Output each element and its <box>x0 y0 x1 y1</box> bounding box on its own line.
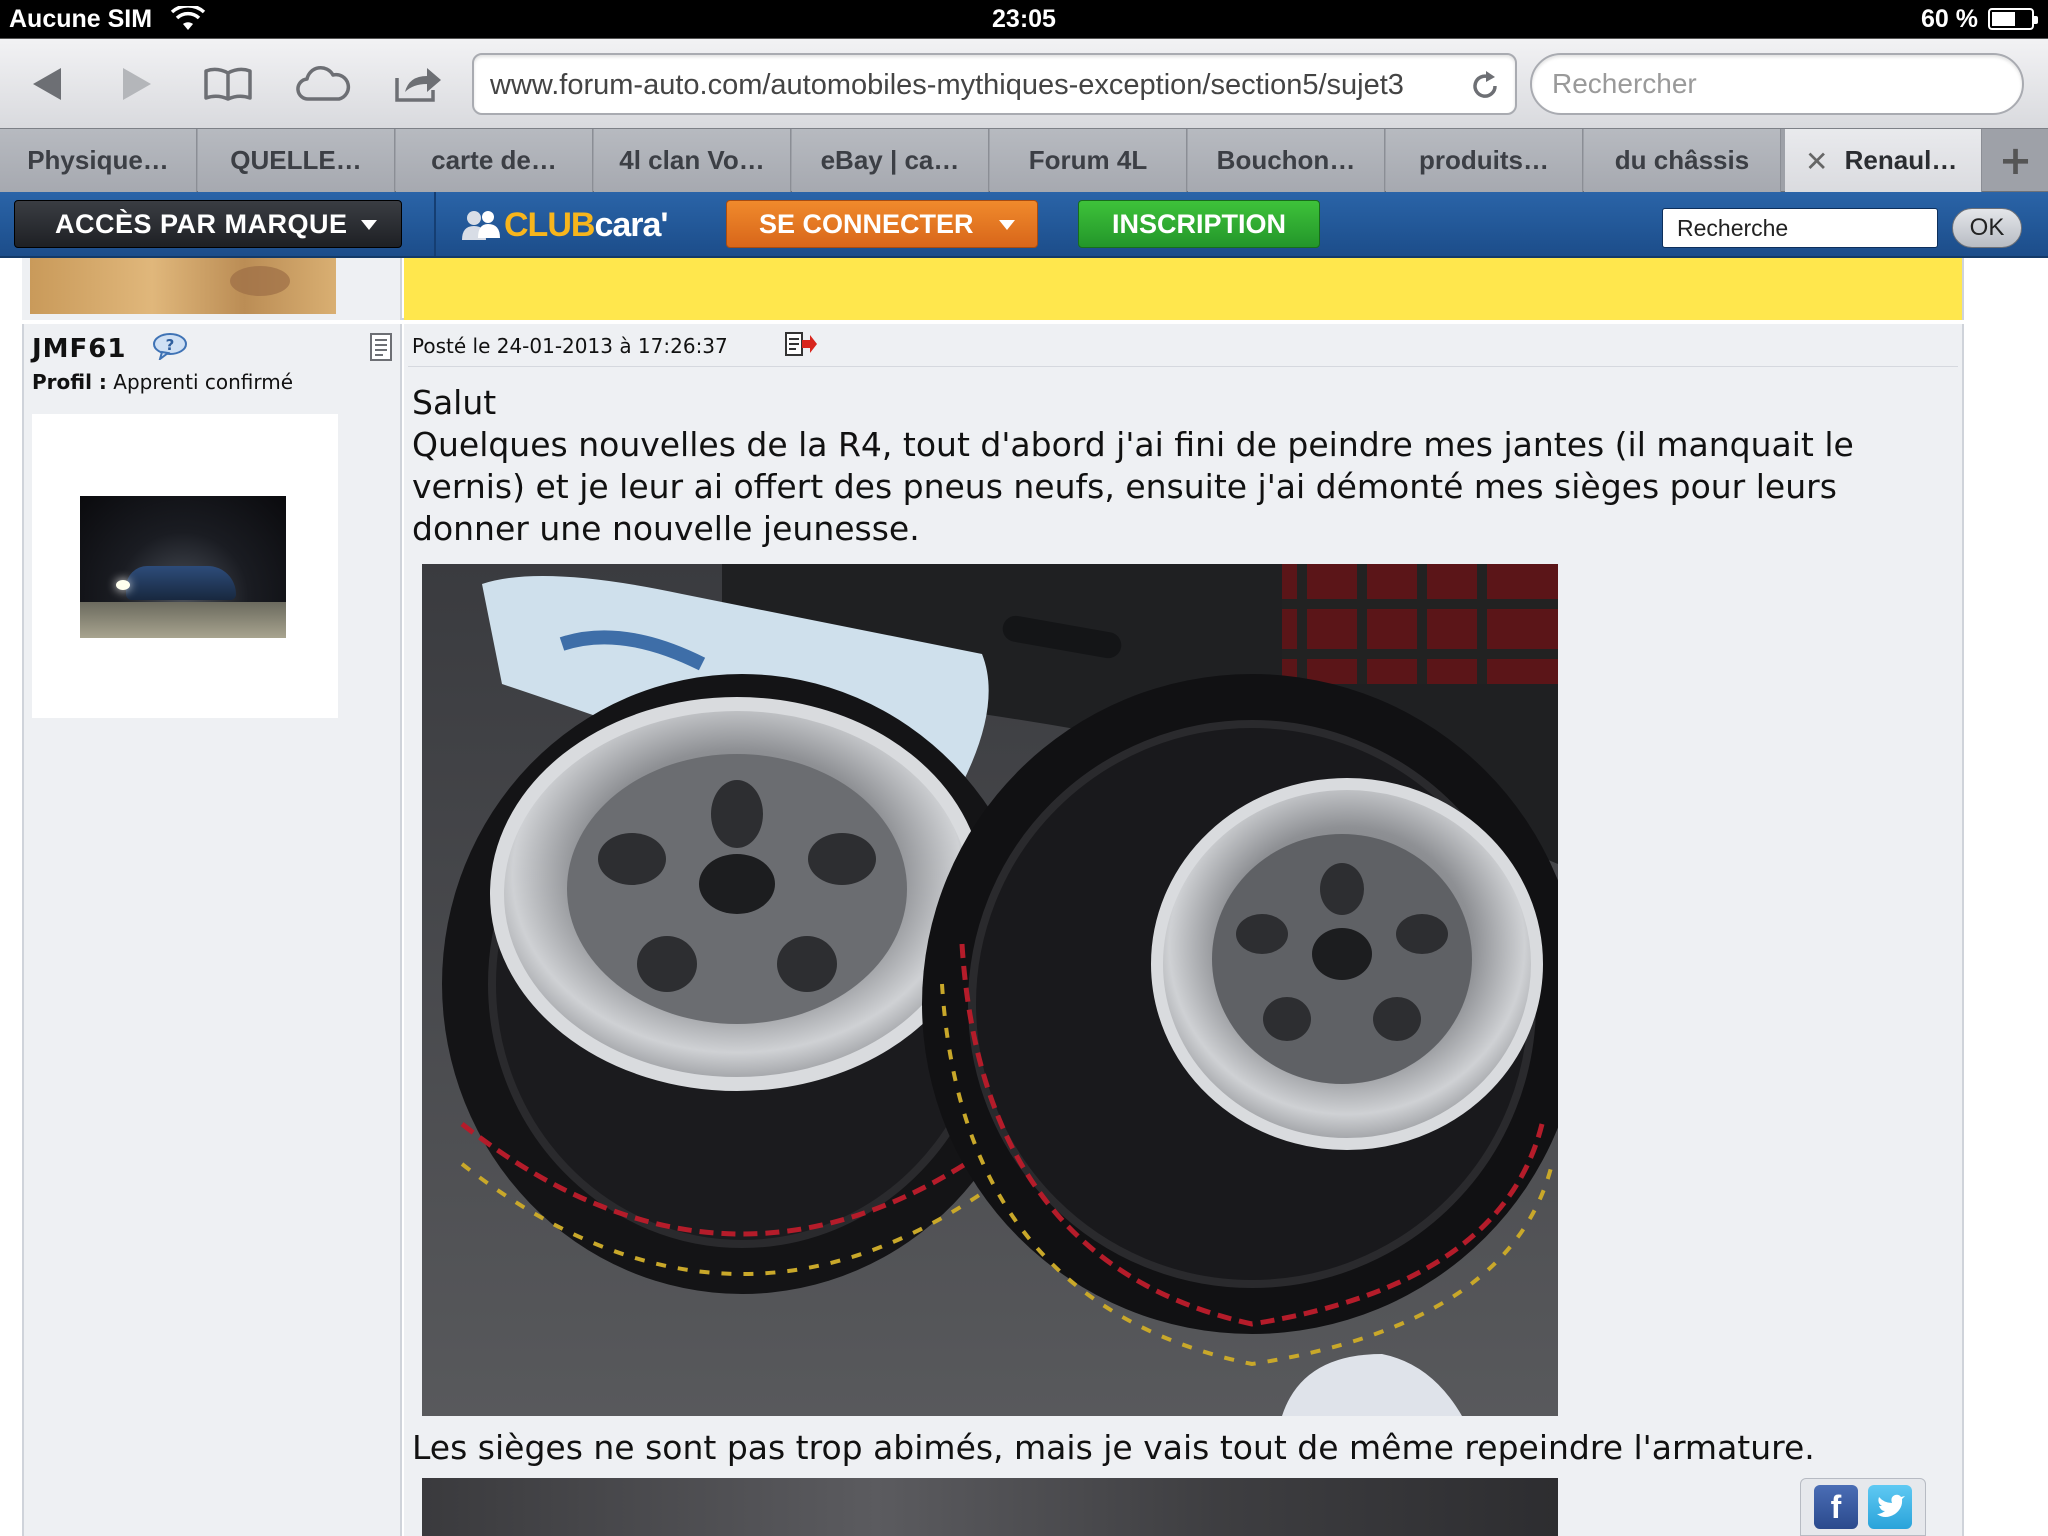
site-nav-bar: ACCÈS PAR MARQUE CLUB cara' SE CONNECTER… <box>0 192 2048 258</box>
tab-8[interactable]: produits… <box>1386 129 1583 192</box>
ok-label: OK <box>1969 214 2005 241</box>
post-content-column: Posté le 24-01-2013 à 17:26:37 Salut Que… <box>404 324 1964 1536</box>
bookmarks-icon[interactable] <box>200 59 256 109</box>
forward-icon[interactable] <box>112 59 162 109</box>
tab-label: Renaul… <box>1844 145 1958 175</box>
status-bar: Aucune SIM 23:05 60 % <box>0 0 2048 38</box>
logo-cara-text: cara' <box>594 205 668 244</box>
facebook-icon[interactable]: f <box>1814 1485 1858 1529</box>
tab-1[interactable]: Physique… <box>0 129 197 192</box>
post-author-column: JMF61 ? Profil : Apprenti confirmé <box>22 324 402 1536</box>
post-timestamp: Posté le 24-01-2013 à 17:26:37 <box>412 334 728 358</box>
site-search-input[interactable] <box>1662 208 1938 248</box>
new-tab-icon[interactable]: + <box>1983 129 2048 192</box>
tab-label: carte de… <box>431 145 557 175</box>
url-text: www.forum-auto.com/automobiles-mythiques… <box>490 69 1404 101</box>
share-icon[interactable] <box>392 59 444 109</box>
post-paragraph: Quelques nouvelles de la R4, tout d'abor… <box>412 425 1854 548</box>
login-label: SE CONNECTER <box>759 208 974 239</box>
seats-photo[interactable] <box>422 1478 1558 1536</box>
reload-icon[interactable] <box>1467 68 1503 104</box>
tab-7[interactable]: Bouchon… <box>1188 129 1385 192</box>
brand-menu-button[interactable]: ACCÈS PAR MARQUE <box>14 200 402 248</box>
tab-3[interactable]: carte de… <box>396 129 593 192</box>
facebook-glyph: f <box>1830 1488 1842 1525</box>
tab-label: Bouchon… <box>1216 145 1356 175</box>
previous-post-image <box>30 258 336 314</box>
address-bar[interactable]: www.forum-auto.com/automobiles-mythiques… <box>472 53 1517 115</box>
tab-5[interactable]: eBay | ca… <box>792 129 989 192</box>
signup-label: INSCRIPTION <box>1111 208 1286 239</box>
svg-text:?: ? <box>166 336 175 354</box>
report-icon[interactable] <box>368 332 394 362</box>
previous-post-highlight <box>404 258 1964 320</box>
social-share: f <box>1800 1478 1926 1536</box>
tab-2[interactable]: QUELLE… <box>198 129 395 192</box>
post-greeting: Salut <box>412 383 497 422</box>
tab-bar: Physique… QUELLE… carte de… 4l clan Vo… … <box>0 128 2048 192</box>
back-icon[interactable] <box>22 59 72 109</box>
profile-rank: Apprenti confirmé <box>113 370 294 394</box>
close-tab-icon[interactable]: ✕ <box>1805 145 1828 178</box>
avatar[interactable] <box>32 414 338 718</box>
tab-label: eBay | ca… <box>820 145 960 175</box>
forum-thread: JMF61 ? Profil : Apprenti confirmé Posté… <box>22 258 1964 1536</box>
tab-10-active[interactable]: ✕ Renaul… <box>1785 129 1982 192</box>
tab-4[interactable]: 4l clan Vo… <box>594 129 791 192</box>
post-paragraph-2: Les sièges ne sont pas trop abimés, mais… <box>412 1428 1815 1467</box>
post-author[interactable]: JMF61 <box>32 334 127 364</box>
tires-photo[interactable] <box>422 564 1558 1416</box>
tab-9[interactable]: du châssis <box>1584 129 1781 192</box>
profile-label: Profil : <box>32 370 107 394</box>
previous-post-tail <box>22 258 1964 320</box>
clock: 23:05 <box>992 5 1056 33</box>
browser-search-field[interactable] <box>1530 53 2024 115</box>
tab-label: QUELLE… <box>230 145 362 175</box>
battery-icon <box>1988 8 2038 30</box>
logo-club-text: CLUB <box>504 205 595 244</box>
twitter-icon[interactable] <box>1868 1485 1912 1529</box>
tab-label: produits… <box>1419 145 1549 175</box>
battery-percent: 60 % <box>1921 5 1978 33</box>
brand-menu-label: ACCÈS PAR MARQUE <box>55 208 348 239</box>
author-profile: Profil : Apprenti confirmé <box>32 370 293 394</box>
post-divider <box>408 366 1958 367</box>
chevron-down-icon <box>999 220 1015 230</box>
tab-label: Physique… <box>27 145 169 175</box>
quote-icon[interactable] <box>784 330 818 358</box>
post-body: Salut Quelques nouvelles de la R4, tout … <box>412 382 1956 550</box>
search-ok-button[interactable]: OK <box>1952 208 2022 248</box>
users-icon <box>462 211 500 240</box>
browser-toolbar: www.forum-auto.com/automobiles-mythiques… <box>0 38 2048 128</box>
tab-label: Forum 4L <box>1028 145 1148 175</box>
help-bubble-icon[interactable]: ? <box>152 332 188 360</box>
nav-separator <box>434 192 436 256</box>
forum-post: JMF61 ? Profil : Apprenti confirmé Posté… <box>22 324 1964 1536</box>
tab-6[interactable]: Forum 4L <box>990 129 1187 192</box>
tab-label: 4l clan Vo… <box>619 145 765 175</box>
browser-search-input[interactable] <box>1552 65 2002 103</box>
avatar-image <box>80 496 286 638</box>
login-button[interactable]: SE CONNECTER <box>726 200 1038 248</box>
chevron-down-icon <box>361 220 377 230</box>
tab-label: du châssis <box>1614 145 1750 175</box>
clubcara-logo[interactable]: CLUB cara' <box>460 200 668 250</box>
signup-button[interactable]: INSCRIPTION <box>1078 200 1320 248</box>
icloud-tabs-icon[interactable] <box>294 59 352 109</box>
